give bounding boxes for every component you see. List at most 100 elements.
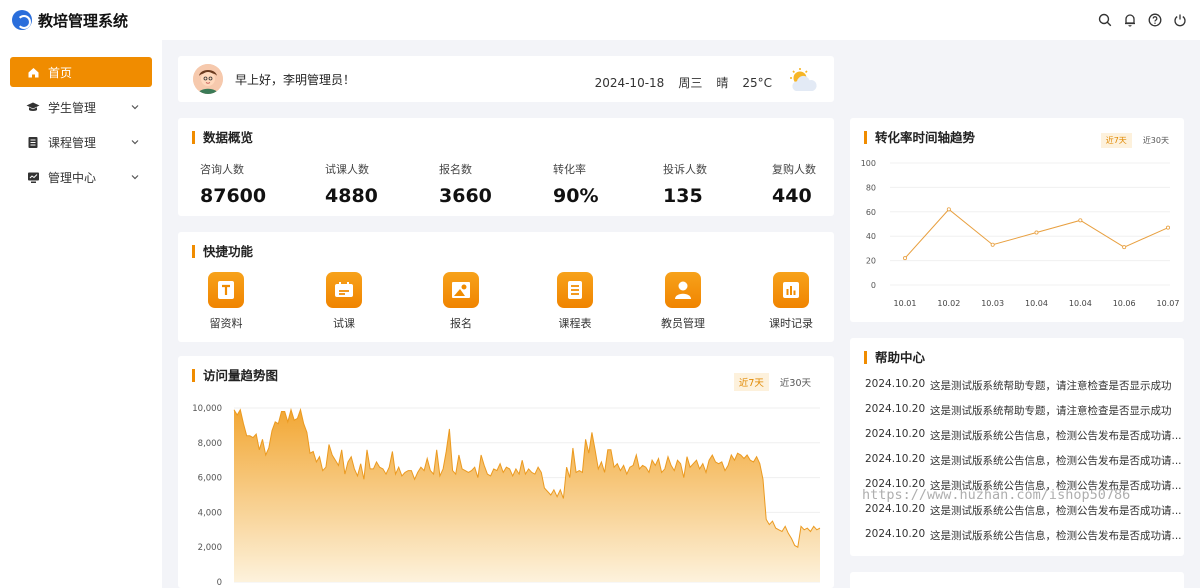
help-row[interactable]: 2024.10.20 这是测试版系统公告信息，检测公告发布是否成功请... [865,503,1182,518]
y-tick-label: 0 [217,578,222,588]
help-icon[interactable] [1146,12,1163,29]
power-icon[interactable] [1171,12,1188,29]
y-tick-label: 10,000 [192,404,222,414]
sidebar-item-home[interactable]: 首页 [10,57,152,87]
data-point [1078,218,1083,223]
y-tick-label: 20 [866,257,876,266]
quick-item-label: 报名 [450,317,472,330]
help-text: 这是测试版系统公告信息，检测公告发布是否成功请... [930,530,1182,542]
top-icons [1096,12,1188,29]
help-date: 2024.10.20 [865,428,926,440]
quick-item-enroll[interactable]: 报名 [426,272,496,331]
greeting-text: 早上好，李明管理员！ [235,73,356,87]
stat-label: 报名数 [439,163,472,176]
visit-area-chart: 0 2,000 4,000 6,000 8,000 10,000 [192,404,821,588]
card-icon [326,272,362,308]
help-row[interactable]: 2024.10.20 这是测试版系统公告信息，检测公告发布是否成功请... [865,428,1182,443]
sidebar-item-label: 课程管理 [48,135,97,150]
help-center-card: 帮助中心 2024.10.20 这是测试版系统帮助专题，请注意检查是否显示成功 … [850,338,1184,556]
list-icon [557,272,593,308]
x-tick-label: 10.06 [1113,299,1136,308]
quick-item-label: 课程表 [558,317,592,330]
help-date: 2024.10.20 [865,403,926,415]
sidebar-item-courses[interactable]: 课程管理 [10,127,152,157]
y-tick-label: 0 [871,281,876,290]
quick-item-trial[interactable]: 试课 [309,272,379,331]
avatar[interactable] [193,64,223,94]
help-text: 这是测试版系统帮助专题，请注意检查是否显示成功 [930,380,1172,392]
top-bar: 教培管理系统 [0,0,1200,40]
y-tick-label: 8,000 [198,439,222,449]
overview-title: 数据概览 [192,131,253,144]
sidebar-item-label: 首页 [48,65,73,80]
data-point [1165,225,1170,230]
quick-item-hours[interactable]: 课时记录 [756,272,826,331]
x-tick-label: 10.07 [1157,299,1180,308]
weekday: 周三 [678,76,703,90]
text-doc-icon [208,272,244,308]
x-tick-label: 10.01 [894,299,917,308]
y-tick-label: 60 [866,208,876,217]
quick-item-teachers[interactable]: 教员管理 [648,272,718,331]
app-title: 教培管理系统 [38,11,129,30]
y-tick-label: 4,000 [198,508,222,518]
sidebar-item-label: 管理中心 [48,170,97,185]
data-point [990,242,995,247]
stat-consult[interactable]: 咨询人数 87600 [200,161,266,207]
chevron-down-icon [131,105,139,110]
bell-icon[interactable] [1121,12,1138,29]
stat-trial[interactable]: 试课人数 4880 [325,161,378,207]
area-fill [234,409,820,582]
weather-text: 晴 [716,76,729,90]
help-row[interactable]: 2024.10.20 这是测试版系统公告信息，检测公告发布是否成功请... [865,528,1182,543]
logo-icon [12,10,32,30]
sun-cloud-icon [786,67,820,98]
stat-value: 4880 [325,185,378,207]
help-text: 这是测试版系统公告信息，检测公告发布是否成功请... [930,455,1182,467]
help-date: 2024.10.20 [865,528,926,540]
stat-enroll[interactable]: 报名数 3660 [439,161,492,207]
stat-label: 咨询人数 [200,163,244,176]
stat-complaint[interactable]: 投诉人数 135 [663,161,707,207]
x-tick-label: 10.03 [981,299,1004,308]
stat-label: 复购人数 [772,163,816,176]
greeting-card: 早上好，李明管理员！ 2024-10-18 周三 晴 25°C [178,56,834,102]
search-icon[interactable] [1096,12,1113,29]
stat-repurchase[interactable]: 复购人数 440 [772,161,816,207]
stat-label: 试课人数 [325,163,369,176]
quick-actions-card: 快捷功能 留资料 试课 报名 课程表 教员管理 课时记录 [178,232,834,342]
chevron-down-icon [131,140,139,145]
quick-item-label: 课时记录 [769,317,813,330]
y-tick-label: 100 [861,159,876,168]
stat-label: 投诉人数 [663,163,707,176]
bar-chart-icon [773,272,809,308]
temperature: 25°C [742,75,772,90]
help-text: 这是测试版系统帮助专题，请注意检查是否显示成功 [930,405,1172,417]
help-date: 2024.10.20 [865,503,926,515]
help-text: 这是测试版系统公告信息，检测公告发布是否成功请... [930,430,1182,442]
help-text: 这是测试版系统公告信息，检测公告发布是否成功请... [930,505,1182,517]
help-row[interactable]: 2024.10.20 这是测试版系统帮助专题，请注意检查是否显示成功 [865,378,1172,393]
help-title: 帮助中心 [864,351,925,364]
x-tick-label: 10.04 [1025,299,1048,308]
quick-item-leave-info[interactable]: 留资料 [191,272,261,331]
date-weather: 2024-10-18 周三 晴 25°C [595,67,820,98]
x-tick-label: 10.02 [937,299,960,308]
stat-value: 90% [553,185,599,207]
chevron-down-icon [131,175,139,180]
stat-value: 135 [663,185,703,207]
brand[interactable]: 教培管理系统 [12,10,128,31]
conversion-trend-card: 转化率时间轴趋势 近7天 近30天 0 20 40 60 80 100 10.01 10.02… [850,118,1184,322]
data-point [1122,245,1127,250]
sidebar-item-students[interactable]: 学生管理 [10,92,152,122]
help-row[interactable]: 2024.10.20 这是测试版系统帮助专题，请注意检查是否显示成功 [865,403,1172,418]
quick-item-schedule[interactable]: 课程表 [540,272,610,331]
quick-item-label: 教员管理 [661,317,705,330]
stat-value: 87600 [200,185,267,207]
sidebar-item-management[interactable]: 管理中心 [10,162,152,192]
help-date: 2024.10.20 [865,378,926,390]
sidebar: 首页 学生管理 课程管理 管理中心 [0,40,162,588]
help-row[interactable]: 2024.10.20 这是测试版系统公告信息，检测公告发布是否成功请... [865,453,1182,468]
stat-conversion[interactable]: 转化率 90% [553,161,598,207]
help-date: 2024.10.20 [865,453,926,465]
